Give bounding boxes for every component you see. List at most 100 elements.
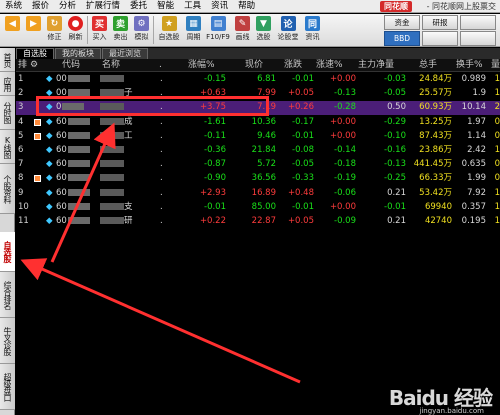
refresh-button[interactable]: ● 刷新	[65, 14, 86, 47]
tab-watchlist[interactable]: 自选股	[16, 48, 54, 59]
stock-name[interactable]	[100, 172, 124, 186]
stock-code[interactable]: 60	[56, 130, 90, 144]
menu-help[interactable]: 帮助	[233, 0, 260, 13]
header-main-net[interactable]: 主力净量	[358, 59, 394, 72]
news-icon: 同	[305, 16, 320, 31]
cell-price: 85.00	[251, 201, 276, 212]
forum-button[interactable]: 论 论股堂	[274, 14, 302, 47]
stock-name[interactable]	[100, 73, 124, 87]
header-code[interactable]: 代码	[62, 59, 80, 72]
header-name[interactable]: 名称	[102, 59, 120, 72]
draw-line-button[interactable]: ✎ 画线	[232, 14, 253, 47]
table-row[interactable]: 10 ◆ 60 支. -0.01 85.00 -0.01 +0.00 -0.01 69940 0.3…	[16, 201, 500, 215]
menu-order[interactable]: 委托	[125, 0, 152, 13]
header-speed[interactable]: 涨速%	[316, 59, 343, 72]
header-turnover[interactable]: 换手%	[456, 59, 483, 72]
table-row[interactable]: 8 ◆ 60. -0.90 36.56 -0.33 -0.19 -0.25 66.33万 1.99…	[16, 172, 500, 186]
table-row[interactable]: 6 ◆ 60. -0.36 21.84 -0.08 -0.14 -0.16 23.86万 2.42…	[16, 144, 500, 158]
stock-name[interactable]	[100, 187, 124, 201]
forward-button[interactable]: ▶	[23, 14, 44, 47]
table-row[interactable]: 5 ◆ 60 工. -0.11 9.46 -0.01 +0.00 -0.10 87.43万 1.14…	[16, 130, 500, 144]
vtab-kline[interactable]: K线图	[0, 130, 15, 164]
table-row[interactable]: 2 ◆ 00 子. +0.63 7.99 +0.05 -0.13 -0.05 25.57万 1.9 1	[16, 87, 500, 101]
flag-icon[interactable]	[34, 175, 41, 183]
header-price[interactable]: 现价	[245, 59, 263, 72]
funds-button[interactable]: 资金	[384, 15, 420, 30]
stock-name[interactable]	[100, 144, 124, 158]
stock-name[interactable]: 支	[100, 201, 133, 215]
stock-name[interactable]	[100, 158, 124, 172]
header-last[interactable]: 量	[491, 59, 500, 72]
watchlist-button[interactable]: ★ 自选股	[155, 14, 183, 47]
bbd-button[interactable]: BBD	[384, 31, 420, 46]
back-button[interactable]: ◀	[2, 14, 23, 47]
stock-name[interactable]: 成	[100, 116, 133, 130]
simulate-button[interactable]: ⚙ 模拟	[131, 14, 152, 47]
stock-name[interactable]	[100, 101, 124, 115]
news-button[interactable]: 同 资讯	[302, 14, 323, 47]
stock-code[interactable]: 0	[56, 101, 85, 115]
extra-button-1[interactable]	[460, 15, 496, 30]
stock-name[interactable]: 子	[100, 87, 133, 101]
gear-icon: ⚙	[134, 16, 149, 31]
tab-my-sectors[interactable]: 我的板块	[55, 48, 101, 59]
stock-name[interactable]: 工	[100, 130, 133, 144]
header-change-pct[interactable]: 涨幅%	[188, 59, 215, 72]
stock-code[interactable]: 00	[56, 73, 90, 87]
vtab-diagnosis[interactable]: 牛叉诊股	[0, 318, 15, 364]
vtab-timeshare[interactable]: 分时图	[0, 96, 15, 130]
f10-button[interactable]: ▤ F10/F9	[204, 14, 232, 47]
filter-icon: ▼	[256, 16, 271, 31]
buy-button[interactable]: 买 买入	[89, 14, 110, 47]
vtab-watchlist[interactable]: 自选股	[0, 232, 15, 272]
redacted-name	[100, 160, 124, 168]
vtab-apps[interactable]: 应用	[0, 72, 15, 96]
vtab-home[interactable]: 首页	[0, 48, 15, 72]
menu-tools[interactable]: 工具	[179, 0, 206, 13]
extra-button-2[interactable]	[422, 31, 458, 46]
table-row[interactable]: 4 ◆ 60 成. -1.61 10.36 -0.17 +0.00 -0.29 13.25万 1.9…	[16, 116, 500, 130]
table-row[interactable]: 3 ◆ 0. +3.75 7.19 +0.26 -0.28 0.50 60.93万 10.14 2	[16, 101, 500, 115]
stock-name[interactable]: 研	[100, 215, 133, 229]
redacted-code	[67, 160, 90, 168]
header-delta[interactable]: 涨跌	[284, 59, 302, 72]
vtab-profile[interactable]: 个股资料	[0, 164, 15, 214]
cell-price: 7.19	[257, 102, 276, 113]
stock-code[interactable]: 60	[56, 172, 90, 186]
stock-code[interactable]: 60	[56, 144, 90, 158]
calendar-icon: ▦	[186, 16, 201, 31]
table-row[interactable]: 7 ◆ 60. -0.87 5.72 -0.05 -0.18 -0.13 441.45万 0.63…	[16, 158, 500, 172]
stock-code[interactable]: 60	[56, 158, 90, 172]
stock-code[interactable]: 60	[56, 116, 90, 130]
table-row[interactable]: 1 ◆ 00. -0.15 6.81 -0.01 +0.00 -0.03 24.84万 0.989…	[16, 73, 500, 87]
research-button[interactable]: 研报	[422, 15, 458, 30]
fix-button[interactable]: ↻ 修正	[44, 14, 65, 47]
row-dot: .	[160, 74, 163, 84]
menu-analysis[interactable]: 分析	[54, 0, 81, 13]
stock-name-tail: 支	[124, 201, 133, 212]
flag-icon[interactable]	[34, 118, 41, 126]
menu-system[interactable]: 系统	[0, 0, 27, 13]
header-volume[interactable]: 总手	[419, 59, 437, 72]
redacted-name	[100, 146, 124, 153]
stock-picker-button[interactable]: ▼ 选股	[253, 14, 274, 47]
vtab-super-panel[interactable]: 超级盘口	[0, 364, 15, 410]
vtab-ranking[interactable]: 综合排名	[0, 272, 15, 318]
extra-button-3[interactable]	[460, 31, 496, 46]
stock-code[interactable]: 60	[56, 215, 90, 229]
menu-quote[interactable]: 报价	[27, 0, 54, 13]
period-button[interactable]: ▦ 周期	[183, 14, 204, 47]
stock-code[interactable]: 60	[56, 201, 90, 215]
header-rank[interactable]: 排	[18, 59, 27, 72]
gear-icon[interactable]: ⚙	[30, 59, 38, 72]
table-row[interactable]: 9 ◆ 60. +2.93 16.89 +0.48 -0.06 0.21 53.42万 7.92 1	[16, 187, 500, 201]
menu-news[interactable]: 资讯	[206, 0, 233, 13]
table-row[interactable]: 11 ◆ 60 研. +0.22 22.87 +0.05 -0.09 0.21 42740 0.19…	[16, 215, 500, 229]
flag-icon[interactable]	[34, 132, 41, 140]
sell-button[interactable]: 卖 卖出	[110, 14, 131, 47]
menu-extended[interactable]: 扩展行情	[81, 0, 125, 13]
stock-code[interactable]: 00	[56, 87, 90, 101]
stock-code[interactable]: 60	[56, 187, 90, 201]
menu-smart[interactable]: 智能	[152, 0, 179, 13]
tab-recent[interactable]: 最近浏览	[102, 48, 148, 59]
